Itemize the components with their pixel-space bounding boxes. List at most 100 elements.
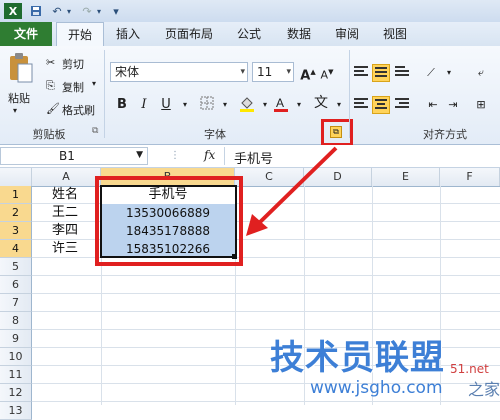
- redo-icon[interactable]: ↷: [80, 3, 94, 19]
- cut-button[interactable]: 剪切: [62, 56, 84, 72]
- borders-dropdown-icon[interactable]: ▾: [216, 96, 234, 114]
- column-header-a[interactable]: A: [32, 168, 101, 186]
- tab-home[interactable]: 开始: [56, 22, 104, 48]
- underline-button[interactable]: U: [157, 96, 175, 114]
- phonetic-dropdown-icon[interactable]: ▾: [330, 96, 348, 114]
- copy-dropdown-icon[interactable]: ▾: [92, 79, 96, 88]
- cell-a3[interactable]: 李四: [52, 222, 78, 240]
- undo-dropdown-icon[interactable]: ▾: [64, 3, 74, 19]
- align-bottom-icon[interactable]: [393, 64, 411, 82]
- gridline: [32, 311, 500, 312]
- watermark-side: 51.net: [450, 362, 489, 376]
- title-bar: X ↶ ▾ ↷ ▾ ▾: [0, 0, 500, 23]
- cell-a4[interactable]: 许三: [52, 240, 78, 258]
- align-middle-icon[interactable]: [372, 64, 390, 82]
- shrink-font-button[interactable]: A▼: [318, 63, 336, 82]
- row-header-8[interactable]: 8: [0, 312, 32, 330]
- paste-icon[interactable]: [6, 52, 34, 86]
- orientation-dropdown-icon[interactable]: ▾: [440, 64, 458, 82]
- orientation-icon[interactable]: ⟋: [422, 64, 440, 82]
- tab-formulas[interactable]: 公式: [230, 22, 268, 46]
- font-name-dropdown-icon[interactable]: ▾: [240, 63, 245, 81]
- annotation-arrow: [246, 146, 338, 236]
- name-box-value: B1: [59, 149, 75, 163]
- decrease-indent-icon[interactable]: ⇤: [424, 96, 442, 114]
- save-icon[interactable]: [28, 3, 44, 19]
- row-header-11[interactable]: 11: [0, 366, 32, 384]
- row-header-6[interactable]: 6: [0, 276, 32, 294]
- divider: [349, 50, 350, 138]
- row-header-10[interactable]: 10: [0, 348, 32, 366]
- tab-view[interactable]: 视图: [376, 22, 414, 46]
- formula-bar-grip-icon: ⋮: [170, 150, 180, 161]
- insert-function-icon[interactable]: fx: [204, 148, 215, 162]
- merge-center-icon[interactable]: ⊞: [472, 96, 490, 114]
- format-painter-button[interactable]: 格式刷: [62, 102, 95, 118]
- phonetic-icon[interactable]: 文: [310, 94, 332, 112]
- name-box-dropdown-icon[interactable]: ▼: [136, 150, 143, 160]
- row-header-1[interactable]: 1: [0, 186, 32, 204]
- column-header-e[interactable]: E: [372, 168, 440, 186]
- customize-toolbar-icon[interactable]: ▾: [110, 3, 122, 19]
- row-header-2[interactable]: 2: [0, 204, 32, 222]
- font-size-combo[interactable]: 11 ▾: [252, 62, 294, 82]
- name-box[interactable]: B1 ▼: [0, 147, 148, 165]
- watermark: 技术员联盟 www.jsgho.com 51.net 之家: [270, 330, 500, 405]
- cell-a2[interactable]: 王二: [52, 204, 78, 222]
- divider: [104, 50, 105, 138]
- fill-color-icon[interactable]: [238, 96, 256, 114]
- row-header-9[interactable]: 9: [0, 330, 32, 348]
- cut-icon: ✂: [46, 56, 56, 69]
- row-header-7[interactable]: 7: [0, 294, 32, 312]
- undo-icon[interactable]: ↶: [50, 3, 64, 19]
- font-color-icon[interactable]: A: [272, 96, 290, 114]
- clipboard-launcher-icon[interactable]: ⧉: [92, 126, 98, 136]
- row-header-4[interactable]: 4: [0, 240, 32, 258]
- align-center-icon[interactable]: [372, 96, 390, 114]
- font-color-dropdown-icon[interactable]: ▾: [290, 96, 308, 114]
- redo-dropdown-icon[interactable]: ▾: [94, 3, 104, 19]
- row-header-12[interactable]: 12: [0, 384, 32, 402]
- borders-icon[interactable]: [198, 96, 216, 114]
- column-header-f[interactable]: F: [440, 168, 500, 186]
- divider: [224, 147, 225, 165]
- highlight-box: [95, 176, 243, 266]
- increase-indent-icon[interactable]: ⇥: [444, 96, 462, 114]
- gridline: [32, 293, 500, 294]
- font-name-value: 宋体: [115, 65, 140, 79]
- alignment-group-label: 对齐方式: [423, 128, 467, 141]
- font-group-label: 字体: [204, 128, 226, 141]
- font-size-dropdown-icon[interactable]: ▾: [286, 63, 291, 81]
- format-painter-icon: 🖌: [46, 102, 60, 115]
- row-header-5[interactable]: 5: [0, 258, 32, 276]
- watermark-title: 技术员联盟: [270, 338, 445, 378]
- italic-button[interactable]: I: [135, 96, 153, 114]
- row-header-3[interactable]: 3: [0, 222, 32, 240]
- align-left-icon[interactable]: [352, 96, 370, 114]
- align-top-icon[interactable]: [352, 64, 370, 82]
- underline-dropdown-icon[interactable]: ▾: [176, 96, 194, 114]
- copy-button[interactable]: 复制: [62, 79, 84, 95]
- bold-button[interactable]: B: [113, 96, 131, 114]
- ribbon: 粘贴 ▾ ✂ 剪切 ⎘ 复制 ▾ 🖌 格式刷 剪贴板 ⧉ 宋体 ▾ 11 ▾ A…: [0, 46, 500, 146]
- tab-data[interactable]: 数据: [280, 22, 318, 46]
- cell-a1[interactable]: 姓名: [52, 186, 78, 204]
- watermark-url: www.jsgho.com: [310, 378, 443, 398]
- select-all-corner[interactable]: [0, 168, 32, 186]
- ribbon-tabs: 文件 开始 插入 页面布局 公式 数据 审阅 视图: [0, 22, 500, 48]
- wrap-text-icon[interactable]: ⤶: [472, 64, 490, 82]
- grow-font-button[interactable]: A▲: [299, 63, 317, 83]
- tab-review[interactable]: 审阅: [328, 22, 366, 46]
- tab-insert[interactable]: 插入: [108, 22, 148, 46]
- paste-button[interactable]: 粘贴: [8, 90, 30, 106]
- excel-logo-icon: X: [4, 3, 22, 19]
- tab-file[interactable]: 文件: [0, 22, 52, 46]
- tab-page-layout[interactable]: 页面布局: [158, 22, 220, 46]
- font-name-combo[interactable]: 宋体 ▾: [110, 62, 248, 82]
- gridline: [32, 275, 500, 276]
- paste-dropdown-icon[interactable]: ▾: [13, 106, 17, 115]
- font-dialog-launcher-icon[interactable]: ⧉: [330, 126, 342, 138]
- clipboard-group-label: 剪贴板: [32, 128, 66, 141]
- align-right-icon[interactable]: [393, 96, 411, 114]
- watermark-side2: 之家: [468, 380, 500, 399]
